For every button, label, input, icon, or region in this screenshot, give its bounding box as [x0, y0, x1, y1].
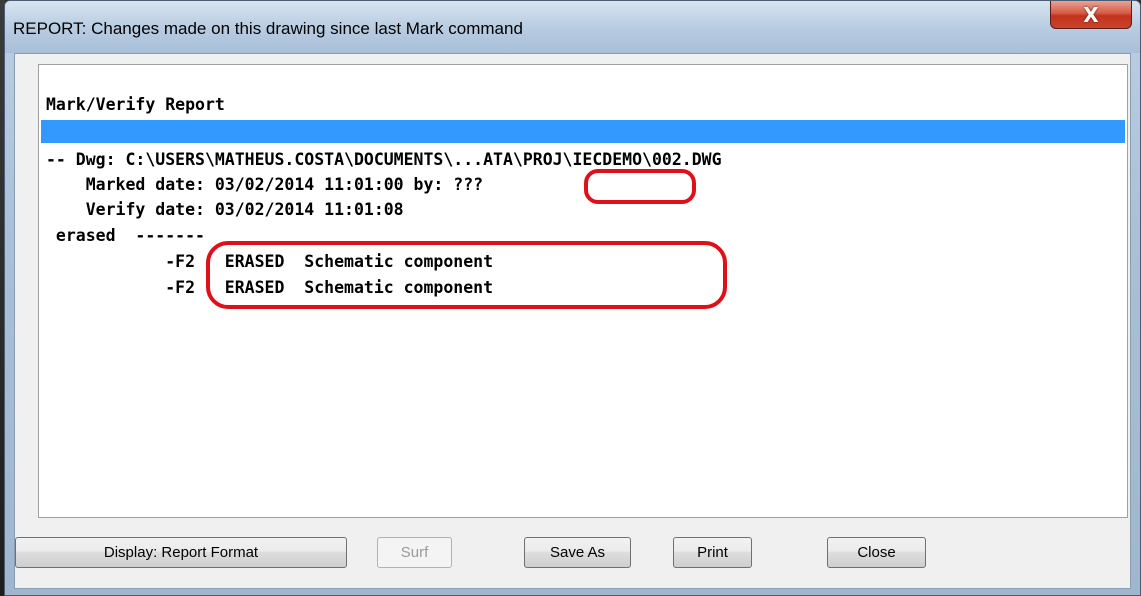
title-bar[interactable]: REPORT: Changes made on this drawing sin…	[5, 1, 1140, 53]
erased-section-line: erased -------	[46, 226, 205, 245]
dialog-button-row: Display: Report Format Surf Save As Prin…	[15, 537, 1130, 577]
display-report-format-button[interactable]: Display: Report Format	[15, 537, 347, 568]
verify-date-line: Verify date: 03/02/2014 11:01:08	[46, 200, 404, 219]
surf-button[interactable]: Surf	[377, 537, 452, 568]
close-button[interactable]: Close	[827, 537, 926, 568]
report-dialog-window: REPORT: Changes made on this drawing sin…	[4, 0, 1141, 596]
dialog-client-area: Mark/Verify Report -- Dwg: C:\USERS\MATH…	[14, 53, 1131, 589]
window-close-button[interactable]: X	[1050, 1, 1132, 29]
close-icon: X	[1083, 2, 1099, 27]
drawing-path-line: -- Dwg: C:\USERS\MATHEUS.COSTA\DOCUMENTS…	[46, 150, 722, 169]
marked-date-line: Marked date: 03/02/2014 11:01:00 by: ???	[46, 175, 484, 194]
report-text-area[interactable]: Mark/Verify Report -- Dwg: C:\USERS\MATH…	[38, 64, 1128, 518]
report-heading: Mark/Verify Report	[46, 95, 225, 114]
annotation-box-erased-entries	[206, 241, 727, 309]
save-as-button[interactable]: Save As	[524, 537, 631, 568]
window-title: REPORT: Changes made on this drawing sin…	[13, 19, 523, 38]
selected-line-highlight[interactable]	[41, 120, 1125, 143]
print-button[interactable]: Print	[673, 537, 752, 568]
annotation-box-by-user	[584, 169, 696, 204]
